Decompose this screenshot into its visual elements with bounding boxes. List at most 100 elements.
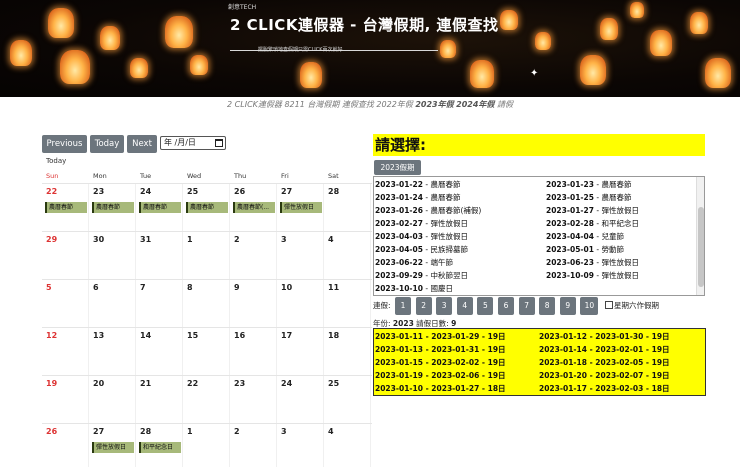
result-range[interactable]: 2023-01-10 - 2023-01-27 - 18日 xyxy=(375,383,506,394)
result-range[interactable]: 2023-01-18 - 2023-02-05 - 19日 xyxy=(539,357,670,368)
holiday-event[interactable]: 農曆春節 xyxy=(139,202,181,213)
calendar-day[interactable]: 7 xyxy=(136,280,183,327)
calendar-day[interactable]: 20 xyxy=(89,376,136,423)
holiday-event[interactable]: 彈性放假日 xyxy=(280,202,322,213)
holiday-item[interactable]: 2023-02-28 - 和平紀念日 xyxy=(546,218,639,229)
calendar-day[interactable]: 19 xyxy=(42,376,89,423)
holiday-item[interactable]: 2023-02-27 - 彈性放假日 xyxy=(375,218,468,229)
calendar-day[interactable]: 30 xyxy=(89,232,136,279)
calendar-day[interactable]: 2 xyxy=(230,232,277,279)
calendar-day[interactable]: 26 xyxy=(42,424,89,467)
saturday-holiday-checkbox[interactable] xyxy=(605,301,613,309)
calendar-day[interactable]: 2 xyxy=(230,424,277,467)
day-number: 22 xyxy=(46,187,58,196)
calendar-day[interactable]: 22 xyxy=(183,376,230,423)
holiday-event[interactable]: 農曆春節(... xyxy=(233,202,275,213)
tagline-2024[interactable]: 2024年假 xyxy=(456,100,494,109)
calendar-icon[interactable] xyxy=(215,139,223,147)
today-button[interactable]: Today xyxy=(90,135,124,153)
calendar-day[interactable]: 26 農曆春節(... xyxy=(230,184,277,231)
calendar-day[interactable]: 27 彈性放假日 xyxy=(277,184,324,231)
next-button[interactable]: Next xyxy=(127,135,157,153)
holiday-event[interactable]: 和平紀念日 xyxy=(139,442,181,453)
holiday-item[interactable]: 2023-04-04 - 兒童節 xyxy=(546,231,624,242)
calendar-day[interactable]: 6 xyxy=(89,280,136,327)
calendar-day[interactable]: 4 xyxy=(324,424,371,467)
holiday-item[interactable]: 2023-01-23 - 農曆春節 xyxy=(546,179,631,190)
result-range[interactable]: 2023-01-17 - 2023-02-03 - 18日 xyxy=(539,383,670,394)
calendar-day[interactable]: 27 彈性放假日 xyxy=(89,424,136,467)
consecutive-days-button[interactable]: 4 xyxy=(456,297,473,315)
result-range[interactable]: 2023-01-20 - 2023-02-07 - 19日 xyxy=(539,370,670,381)
calendar-day[interactable]: 22 農曆春節 xyxy=(42,184,89,231)
holiday-item[interactable]: 2023-01-27 - 彈性放假日 xyxy=(546,205,639,216)
holiday-item[interactable]: 2023-10-10 - 國慶日 xyxy=(375,283,453,294)
calendar-day[interactable]: 10 xyxy=(277,280,324,327)
holiday-item[interactable]: 2023-04-05 - 民族掃墓節 xyxy=(375,244,468,255)
holiday-event[interactable]: 彈性放假日 xyxy=(92,442,134,453)
result-range[interactable]: 2023-01-15 - 2023-02-02 - 19日 xyxy=(375,357,506,368)
calendar-day[interactable]: 4 xyxy=(324,232,371,279)
calendar-day[interactable]: 29 xyxy=(42,232,89,279)
consecutive-days-button[interactable]: 1 xyxy=(395,297,411,315)
result-range[interactable]: 2023-01-14 - 2023-02-01 - 19日 xyxy=(539,344,670,355)
consecutive-days-button[interactable]: 8 xyxy=(539,297,556,315)
holiday-event[interactable]: 農曆春節 xyxy=(186,202,228,213)
calendar-day[interactable]: 25 xyxy=(324,376,371,423)
calendar-day[interactable]: 3 xyxy=(277,424,324,467)
holiday-item[interactable]: 2023-04-03 - 彈性放假日 xyxy=(375,231,468,242)
holiday-item[interactable]: 2023-10-09 - 彈性放假日 xyxy=(546,270,639,281)
calendar-day[interactable]: 3 xyxy=(277,232,324,279)
holiday-item[interactable]: 2023-01-22 - 農曆春節 xyxy=(375,179,460,190)
result-range[interactable]: 2023-01-13 - 2023-01-31 - 19日 xyxy=(375,344,506,355)
calendar-day[interactable]: 24 xyxy=(277,376,324,423)
holiday-item[interactable]: 2023-06-23 - 彈性放假日 xyxy=(546,257,639,268)
consecutive-days-button[interactable]: 9 xyxy=(559,297,576,315)
holiday-event[interactable]: 農曆春節 xyxy=(92,202,134,213)
previous-button[interactable]: Previous xyxy=(42,135,87,153)
tagline-2023[interactable]: 2023年假 xyxy=(415,100,453,109)
consecutive-days-button[interactable]: 7 xyxy=(518,297,535,315)
calendar-day[interactable]: 8 xyxy=(183,280,230,327)
calendar-day[interactable]: 15 xyxy=(183,328,230,375)
holiday-item[interactable]: 2023-01-24 - 農曆春節 xyxy=(375,192,460,203)
date-input[interactable]: 年 /月/日 xyxy=(160,136,226,150)
holiday-list-scrollbar[interactable] xyxy=(696,177,704,295)
calendar-day[interactable]: 21 xyxy=(136,376,183,423)
calendar-day[interactable]: 25 農曆春節 xyxy=(183,184,230,231)
tab-2023-holidays[interactable]: 2023假期 xyxy=(374,160,421,175)
calendar-day[interactable]: 11 xyxy=(324,280,371,327)
calendar-day[interactable]: 16 xyxy=(230,328,277,375)
holiday-item[interactable]: 2023-09-29 - 中秋節翌日 xyxy=(375,270,468,281)
holiday-item[interactable]: 2023-06-22 - 端午節 xyxy=(375,257,453,268)
result-range[interactable]: 2023-01-12 - 2023-01-30 - 19日 xyxy=(539,331,670,342)
calendar-day[interactable]: 9 xyxy=(230,280,277,327)
result-range[interactable]: 2023-01-19 - 2023-02-06 - 19日 xyxy=(375,370,506,381)
calendar-day[interactable]: 12 xyxy=(42,328,89,375)
holiday-list[interactable]: 2023-01-22 - 農曆春節 2023-01-24 - 農曆春節 2023-0… xyxy=(373,176,705,296)
result-range[interactable]: 2023-01-11 - 2023-01-29 - 19日 xyxy=(375,331,506,342)
consecutive-days-button[interactable]: 3 xyxy=(436,297,453,315)
consecutive-days-button[interactable]: 5 xyxy=(477,297,494,315)
calendar-day[interactable]: 23 xyxy=(230,376,277,423)
calendar-day[interactable]: 1 xyxy=(183,424,230,467)
holiday-item[interactable]: 2023-05-01 - 勞動節 xyxy=(546,244,624,255)
calendar-day[interactable]: 31 xyxy=(136,232,183,279)
calendar-day[interactable]: 24 農曆春節 xyxy=(136,184,183,231)
calendar-day[interactable]: 28 和平紀念日 xyxy=(136,424,183,467)
holiday-item[interactable]: 2023-01-25 - 農曆春節 xyxy=(546,192,631,203)
consecutive-days-button[interactable]: 10 xyxy=(580,297,599,315)
holiday-item[interactable]: 2023-01-26 - 農曆春節(補假) xyxy=(375,205,481,216)
scrollbar-thumb[interactable] xyxy=(698,207,704,287)
calendar-day[interactable]: 1 xyxy=(183,232,230,279)
consecutive-days-button[interactable]: 6 xyxy=(498,297,514,315)
calendar-day[interactable]: 17 xyxy=(277,328,324,375)
calendar-day[interactable]: 13 xyxy=(89,328,136,375)
calendar-day[interactable]: 18 xyxy=(324,328,371,375)
calendar-day[interactable]: 28 xyxy=(324,184,371,231)
calendar-day[interactable]: 5 xyxy=(42,280,89,327)
holiday-event[interactable]: 農曆春節 xyxy=(45,202,87,213)
consecutive-days-button[interactable]: 2 xyxy=(415,297,432,315)
calendar-day[interactable]: 14 xyxy=(136,328,183,375)
calendar-day[interactable]: 23 農曆春節 xyxy=(89,184,136,231)
